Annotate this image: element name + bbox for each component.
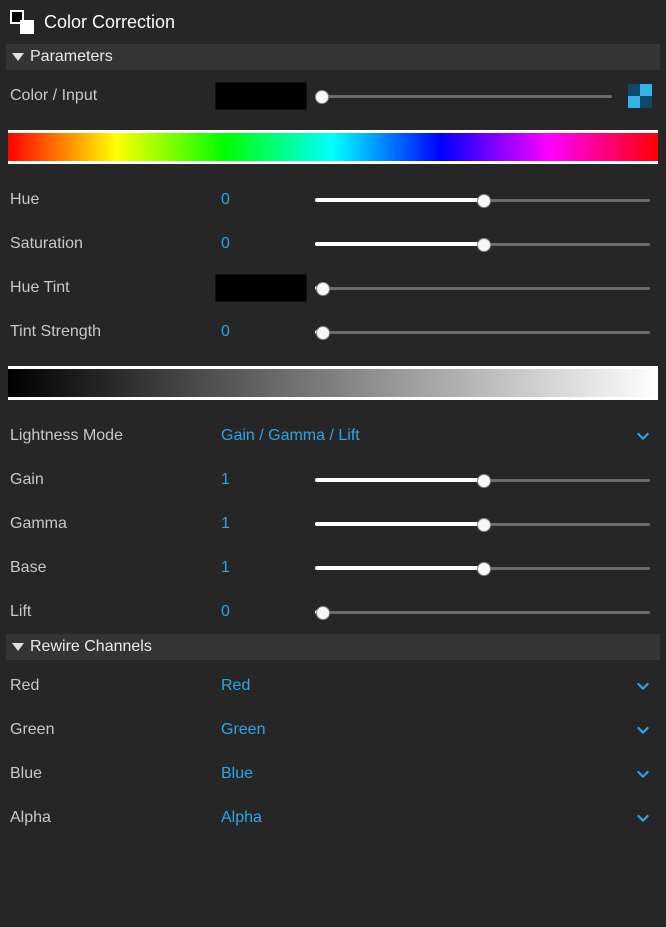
label-color-input: Color / Input (10, 87, 215, 105)
row-hue-tint: Hue Tint (6, 266, 660, 310)
value-tint-strength[interactable]: 0 (215, 323, 230, 341)
row-rewire-blue[interactable]: Blue Blue (6, 752, 660, 796)
section-parameters-label: Parameters (30, 48, 113, 66)
chevron-down-icon (636, 811, 650, 825)
label-lightness-mode: Lightness Mode (10, 427, 215, 445)
row-tint-strength: Tint Strength 0 (6, 310, 660, 354)
label-rewire-blue: Blue (10, 765, 215, 783)
swatch-color-input[interactable] (215, 82, 307, 110)
row-color-input: Color / Input (6, 74, 660, 118)
value-lightness-mode: Gain / Gamma / Lift (215, 427, 360, 445)
row-lightness-mode[interactable]: Lightness Mode Gain / Gamma / Lift (6, 414, 660, 458)
label-lift: Lift (10, 603, 215, 621)
slider-gamma[interactable] (315, 514, 650, 534)
label-rewire-red: Red (10, 677, 215, 695)
value-gain[interactable]: 1 (215, 471, 230, 489)
expand-icon (12, 643, 24, 651)
section-parameters-header[interactable]: Parameters (6, 44, 660, 70)
color-correction-icon (10, 10, 34, 34)
label-rewire-green: Green (10, 721, 215, 739)
value-rewire-green: Green (215, 721, 265, 739)
section-parameters-body: Color / Input Hue 0 (6, 70, 660, 634)
row-base: Base 1 (6, 546, 660, 590)
slider-saturation[interactable] (315, 234, 650, 254)
label-hue-tint: Hue Tint (10, 279, 215, 297)
label-base: Base (10, 559, 215, 577)
section-rewire-header[interactable]: Rewire Channels (6, 634, 660, 660)
slider-hue-tint[interactable] (315, 278, 650, 298)
chevron-down-icon (636, 723, 650, 737)
label-gain: Gain (10, 471, 215, 489)
hue-spectrum-strip[interactable] (8, 130, 658, 164)
label-saturation: Saturation (10, 235, 215, 253)
row-rewire-green[interactable]: Green Green (6, 708, 660, 752)
label-rewire-alpha: Alpha (10, 809, 215, 827)
color-correction-panel: Color Correction Parameters Color / Inpu… (0, 0, 666, 927)
value-rewire-alpha: Alpha (215, 809, 262, 827)
texture-picker-button[interactable] (628, 84, 652, 108)
chevron-down-icon (636, 429, 650, 443)
value-rewire-red: Red (215, 677, 250, 695)
panel-title-bar: Color Correction (6, 6, 660, 44)
value-rewire-blue: Blue (215, 765, 253, 783)
value-gamma[interactable]: 1 (215, 515, 230, 533)
row-hue: Hue 0 (6, 178, 660, 222)
label-hue: Hue (10, 191, 215, 209)
row-lift: Lift 0 (6, 590, 660, 634)
section-rewire-body: Red Red Green Green Blue Blue Alpha Alph… (6, 660, 660, 840)
panel-title: Color Correction (44, 12, 175, 33)
row-saturation: Saturation 0 (6, 222, 660, 266)
chevron-down-icon (636, 679, 650, 693)
row-gain: Gain 1 (6, 458, 660, 502)
row-rewire-red[interactable]: Red Red (6, 664, 660, 708)
slider-color-input[interactable] (315, 86, 612, 106)
row-rewire-alpha[interactable]: Alpha Alpha (6, 796, 660, 840)
value-lift[interactable]: 0 (215, 603, 230, 621)
expand-icon (12, 53, 24, 61)
swatch-hue-tint[interactable] (215, 274, 307, 302)
label-tint-strength: Tint Strength (10, 323, 215, 341)
slider-tint-strength[interactable] (315, 322, 650, 342)
slider-gain[interactable] (315, 470, 650, 490)
slider-lift[interactable] (315, 602, 650, 622)
slider-base[interactable] (315, 558, 650, 578)
chevron-down-icon (636, 767, 650, 781)
slider-hue[interactable] (315, 190, 650, 210)
label-gamma: Gamma (10, 515, 215, 533)
value-base[interactable]: 1 (215, 559, 230, 577)
lightness-gradient-strip[interactable] (8, 366, 658, 400)
value-saturation[interactable]: 0 (215, 235, 230, 253)
section-rewire-label: Rewire Channels (30, 638, 152, 656)
value-hue[interactable]: 0 (215, 191, 230, 209)
row-gamma: Gamma 1 (6, 502, 660, 546)
